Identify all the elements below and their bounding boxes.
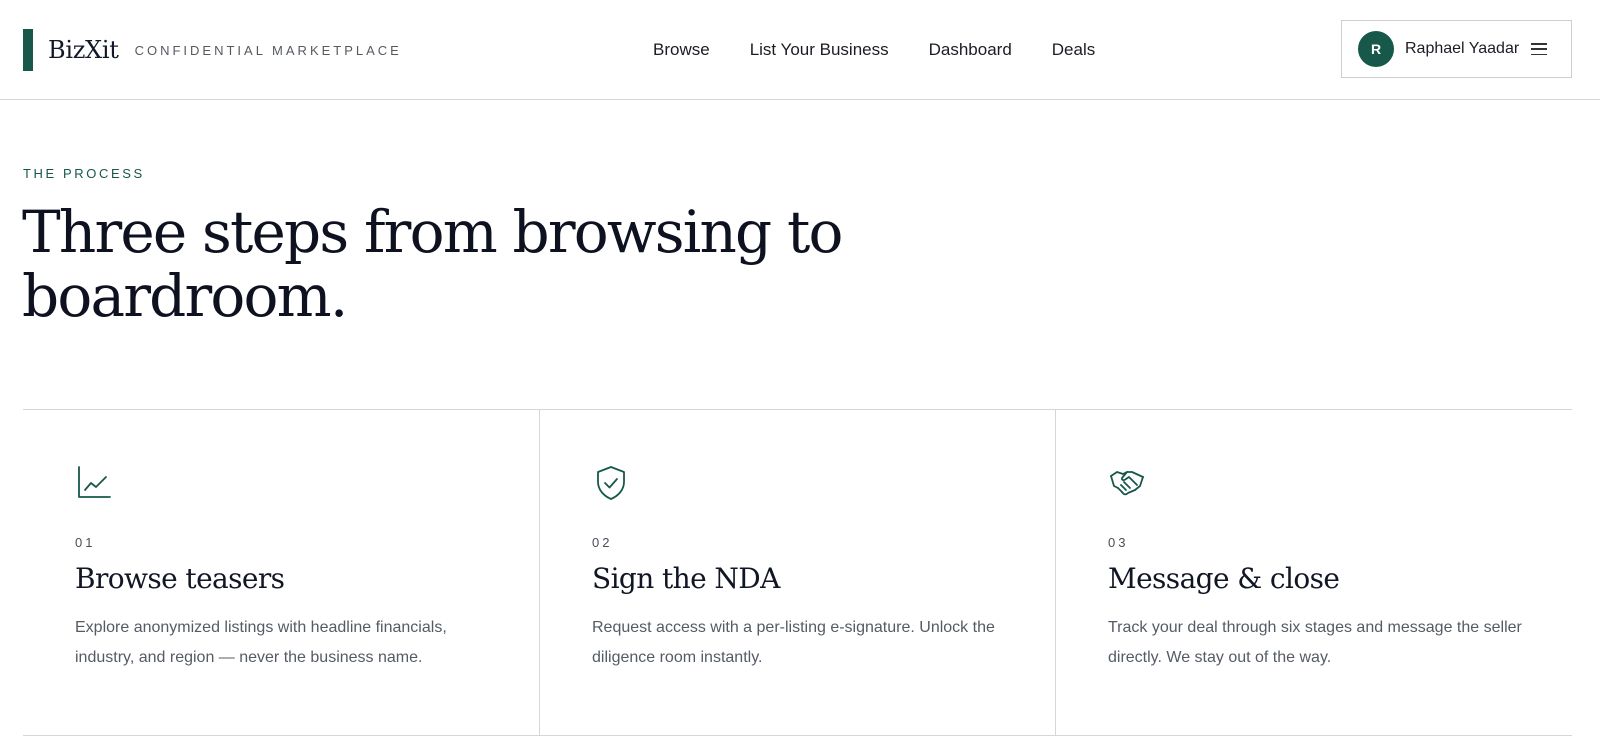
step-description: Track your deal through six stages and m… — [1108, 619, 1522, 666]
avatar: R — [1358, 31, 1394, 67]
step-title: Message & close — [1108, 562, 1340, 595]
user-menu-button[interactable]: R Raphael Yaadar — [1341, 20, 1572, 78]
brand-tagline: CONFIDENTIAL MARKETPLACE — [134, 42, 402, 58]
shield-check-icon — [597, 466, 625, 500]
main-nav: Browse List Your Business Dashboard Deal… — [653, 40, 1135, 60]
step-description: Request access with a per-listing e-sign… — [592, 619, 995, 666]
step-title: Browse teasers — [75, 562, 285, 595]
step-number: 03 — [1108, 535, 1129, 550]
user-name: Raphael Yaadar — [1405, 40, 1520, 57]
brand-logo[interactable]: BizXit CONFIDENTIAL MARKETPLACE — [23, 29, 402, 71]
top-header: BizXit CONFIDENTIAL MARKETPLACE Browse L… — [0, 0, 1600, 100]
step-card: 02 Sign the NDA Request access with a pe… — [539, 410, 1055, 735]
nav-browse[interactable]: Browse — [653, 40, 710, 60]
step-number: 02 — [592, 535, 613, 550]
line-chart-icon — [78, 466, 111, 498]
section-eyebrow: THE PROCESS — [23, 166, 145, 181]
step-description: Explore anonymized listings with headlin… — [75, 619, 447, 666]
step-number: 01 — [75, 535, 96, 550]
hamburger-menu-icon — [1531, 43, 1548, 55]
process-steps: 01 Browse teasers Explore anonymized lis… — [23, 409, 1572, 736]
step-card: 03 Message & close Track your deal throu… — [1055, 410, 1571, 735]
brand-name: BizXit — [48, 36, 119, 64]
step-card: 01 Browse teasers Explore anonymized lis… — [23, 410, 539, 735]
nav-dashboard[interactable]: Dashboard — [929, 40, 1012, 60]
nav-list-your-business[interactable]: List Your Business — [750, 40, 889, 60]
brand-bar — [23, 29, 33, 71]
handshake-icon — [1110, 471, 1144, 496]
step-title: Sign the NDA — [592, 562, 780, 595]
page-title: Three steps from browsing to boardroom. — [22, 198, 843, 330]
nav-deals[interactable]: Deals — [1052, 40, 1095, 60]
